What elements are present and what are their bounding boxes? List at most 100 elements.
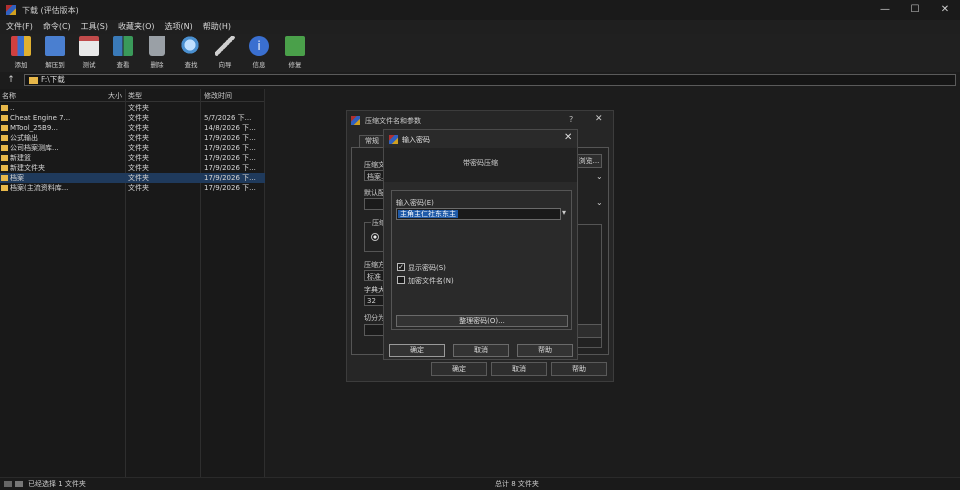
chevron-down-icon[interactable]: ▾ [562, 208, 566, 217]
table-row[interactable]: 公式输出 文件夹 17/9/2026 下... [0, 133, 265, 143]
list-header: 名称 大小 类型 修改时间 [0, 89, 265, 102]
dialog-close-button[interactable]: ✕ [564, 132, 572, 143]
winrar-logo-icon [351, 116, 360, 125]
help-icon[interactable]: ? [569, 115, 573, 124]
column-type[interactable]: 类型 [128, 91, 142, 101]
toolbar: 添加 解压到 测试 查看 删除 查找 向导 i 信息 修复 [0, 34, 960, 72]
password-value: 主角主仁社东东主 [398, 210, 458, 218]
column-modified[interactable]: 修改时间 [204, 91, 232, 101]
dialog-title: 输入密码 [402, 136, 430, 144]
extract-to-button[interactable]: 解压到 [40, 36, 70, 70]
info-icon: i [249, 36, 269, 56]
folder-icon [1, 165, 8, 171]
folder-icon [1, 105, 8, 111]
up-folder-button[interactable]: ↑ [4, 74, 18, 86]
find-button[interactable]: 查找 [176, 36, 206, 70]
folder-icon [1, 135, 8, 141]
show-password-checkbox[interactable]: ✓ [397, 263, 405, 271]
set-password-button[interactable] [576, 324, 602, 338]
info-button[interactable]: i 信息 [244, 36, 274, 70]
window-title: 下载 (评估版本) [22, 6, 79, 15]
default-profile-label: 默认配 [364, 189, 385, 197]
key-icon [15, 481, 23, 487]
table-row[interactable]: Cheat Engine 7... 文件夹 5/7/2026 下... [0, 113, 265, 123]
help-button[interactable]: 帮助 [551, 362, 607, 376]
encrypt-filenames-label: 加密文件名(N) [408, 277, 454, 285]
delete-button[interactable]: 删除 [142, 36, 172, 70]
show-password-label: 显示密码(S) [408, 264, 446, 272]
folder-icon [1, 155, 8, 161]
status-bar: 已经选择 1 文件夹 总计 8 文件夹 [0, 477, 960, 490]
winrar-logo-icon [389, 135, 398, 144]
file-list[interactable]: 名称 大小 类型 修改时间 .. 文件夹 Cheat Engine 7... 文… [0, 89, 265, 477]
table-row[interactable]: .. 文件夹 [0, 103, 265, 113]
browse-button[interactable]: 浏览... [576, 154, 602, 168]
menu-options[interactable]: 选项(N) [165, 20, 193, 34]
compression-method-label: 压缩方 [364, 261, 385, 269]
help-button[interactable]: 帮助 [517, 344, 573, 357]
drive-icon [4, 481, 12, 487]
status-selection: 已经选择 1 文件夹 [28, 480, 86, 488]
test-button[interactable]: 测试 [74, 36, 104, 70]
ok-button[interactable]: 确定 [389, 344, 445, 357]
folder-icon [29, 77, 38, 84]
folder-extract-icon [45, 36, 65, 56]
folder-icon [1, 125, 8, 131]
trash-icon [149, 36, 165, 56]
title-bar: 下载 (评估版本) — ☐ ✕ [0, 0, 960, 20]
password-label: 输入密码(E) [396, 199, 434, 207]
folder-icon [1, 115, 8, 121]
menu-tools[interactable]: 工具(S) [81, 20, 108, 34]
path-text: F:\下载 [41, 75, 65, 84]
chevron-down-icon[interactable]: ⌄ [596, 198, 603, 207]
table-row[interactable]: 档案(主流资料库... 文件夹 17/9/2026 下... [0, 183, 265, 193]
column-size[interactable]: 大小 [108, 91, 122, 101]
table-row[interactable]: 公司档案测库... 文件夹 17/9/2026 下... [0, 143, 265, 153]
archive-add-icon [11, 36, 31, 56]
password-group: 输入密码(E) 主角主仁社东东主 ▾ ✓ 显示密码(S) 加密文件名(N) 整理… [391, 190, 572, 330]
dialog-heading: 带密码压缩 [463, 159, 498, 167]
encrypt-filenames-checkbox[interactable] [397, 276, 405, 284]
maximize-button[interactable]: ☐ [900, 3, 930, 17]
menu-favorites[interactable]: 收藏夹(O) [118, 20, 155, 34]
radio-rar[interactable] [371, 233, 379, 241]
folder-icon [1, 145, 8, 151]
organize-passwords-button[interactable]: 整理密码(O)... [396, 315, 568, 327]
path-field[interactable]: F:\下载 [24, 74, 956, 86]
cancel-button[interactable]: 取消 [491, 362, 547, 376]
password-input[interactable]: 主角主仁社东东主 [396, 208, 561, 220]
menu-commands[interactable]: 命令(C) [43, 20, 71, 34]
cancel-button[interactable]: 取消 [453, 344, 509, 357]
dialog-close-button[interactable]: ✕ [595, 114, 603, 124]
wizard-button[interactable]: 向导 [210, 36, 240, 70]
column-name[interactable]: 名称 [2, 91, 16, 101]
table-row[interactable]: MTool_25B9... 文件夹 14/8/2026 下... [0, 123, 265, 133]
menu-help[interactable]: 帮助(H) [203, 20, 231, 34]
dialog-header: 带密码压缩 [384, 148, 577, 182]
table-row[interactable]: 新建文件夹 文件夹 17/9/2026 下... [0, 163, 265, 173]
close-button[interactable]: ✕ [930, 3, 960, 17]
address-bar: ↑ F:\下载 [0, 72, 960, 88]
first-aid-icon [285, 36, 305, 56]
folder-icon [1, 185, 8, 191]
winrar-logo-icon [6, 5, 16, 15]
minimize-button[interactable]: — [870, 3, 900, 17]
add-button[interactable]: 添加 [6, 36, 36, 70]
magnifier-icon [181, 36, 201, 56]
repair-button[interactable]: 修复 [280, 36, 310, 70]
magic-wand-icon [215, 36, 235, 56]
ok-button[interactable]: 确定 [431, 362, 487, 376]
view-button[interactable]: 查看 [108, 36, 138, 70]
status-total: 总计 8 文件夹 [495, 480, 539, 488]
chevron-down-icon[interactable]: ⌄ [596, 172, 603, 181]
enter-password-dialog: 输入密码 ✕ 带密码压缩 输入密码(E) 主角主仁社东东主 ▾ ✓ 显示密码(S… [383, 129, 578, 360]
dialog-title: 压缩文件名和参数 [365, 117, 421, 125]
split-volumes-label: 切分为 [364, 314, 385, 322]
table-row[interactable]: 新建篮 文件夹 17/9/2026 下... [0, 153, 265, 163]
archive-name-label: 压缩文 [364, 161, 385, 169]
menu-file[interactable]: 文件(F) [6, 20, 33, 34]
dictionary-size-label: 字典大 [364, 286, 385, 294]
table-row-selected[interactable]: 档案 文件夹 17/9/2026 下... [0, 173, 265, 183]
folder-icon [1, 175, 8, 181]
book-icon [113, 36, 133, 56]
